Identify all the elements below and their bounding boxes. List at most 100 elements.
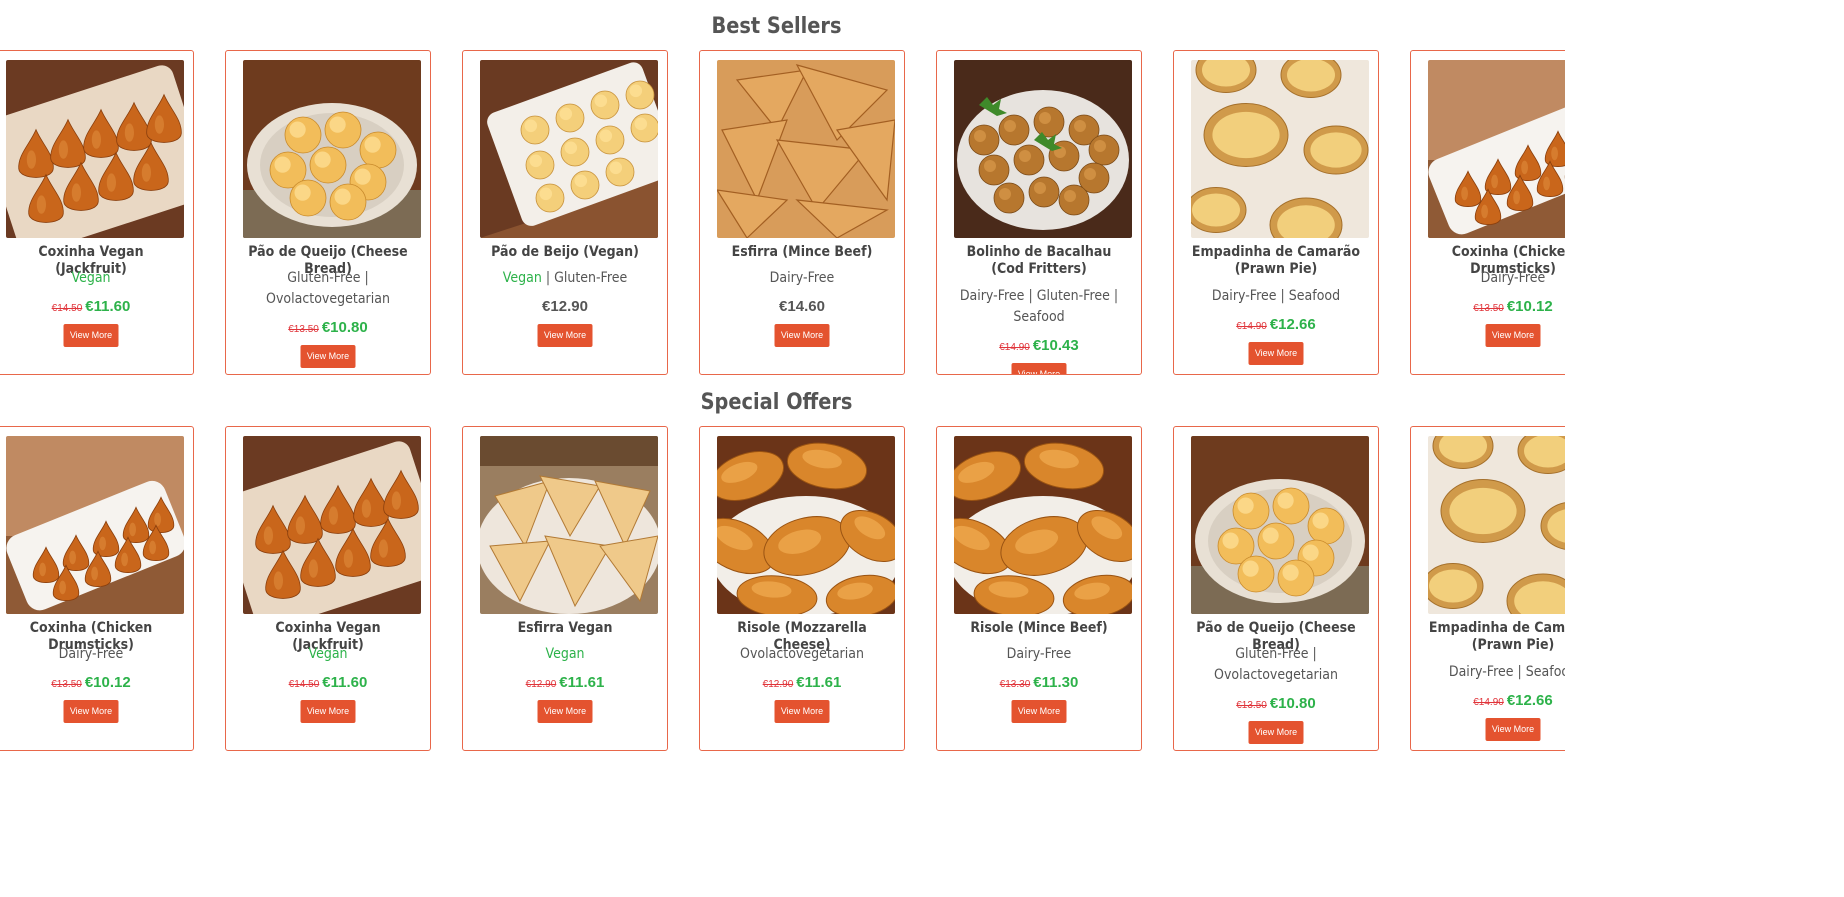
view-more-button[interactable]: View More xyxy=(537,324,593,347)
coxinha-tray-image xyxy=(6,60,184,238)
sale-price: €10.12 xyxy=(1506,298,1553,315)
cheese-bread-plate-image xyxy=(1191,436,1369,614)
product-price: €14.90 €12.66 xyxy=(1174,316,1378,333)
sale-price: €10.12 xyxy=(84,674,131,691)
product-card: Coxinha (Chicken Drumsticks) Dairy-Free €1… xyxy=(0,426,194,751)
view-more-button[interactable]: View More xyxy=(1485,324,1541,347)
old-price: €13.50 xyxy=(1473,303,1504,314)
product-card: Pão de Queijo (Cheese Bread) Gluten-Free … xyxy=(1173,426,1379,751)
tag-vegan: Vegan xyxy=(308,646,348,662)
product-price: €12.90 xyxy=(463,298,667,315)
product-image[interactable] xyxy=(717,436,895,614)
tag-separator: | xyxy=(1109,288,1119,304)
old-price: €12.90 xyxy=(525,679,557,690)
old-price: €14.90 xyxy=(1473,697,1504,708)
tag-label: Dairy-Free xyxy=(58,646,124,662)
product-card: Risole (Mince Beef) Dairy-Free €13.30 €11.3… xyxy=(936,426,1142,751)
prawn-pie-image xyxy=(1191,60,1369,238)
tag-vegan: Vegan xyxy=(71,270,111,286)
product-name: Esfirra (Mince Beef) xyxy=(731,244,873,260)
product-price: €13.50 €10.80 xyxy=(226,319,430,336)
product-image[interactable] xyxy=(243,436,421,614)
tag-separator: | xyxy=(1513,664,1526,680)
sale-price: €11.61 xyxy=(559,674,605,691)
coxinha-dish-image xyxy=(6,436,184,614)
section-title-best-sellers: Best Sellers xyxy=(711,14,842,39)
product-image[interactable] xyxy=(243,60,421,238)
product-card: Bolinho de Bacalhau (Cod Fritters) Dairy-… xyxy=(936,50,1142,375)
sale-price: €12.66 xyxy=(1506,692,1553,709)
product-tags: Gluten-Free | Ovolactovegetarian xyxy=(1190,644,1363,686)
tag-label: Dairy-Free xyxy=(1006,646,1072,662)
view-more-button[interactable]: View More xyxy=(1248,721,1304,744)
tag-label: Dairy-Free xyxy=(1480,270,1546,286)
tag-label: Dairy-Free xyxy=(959,288,1025,304)
product-name: Bolinho de Bacalhau (Cod Fritters) xyxy=(966,244,1112,277)
page-blank-area xyxy=(1565,0,1844,897)
product-name: Pão de Beijo (Vegan) xyxy=(491,244,639,260)
cod-fritters-image xyxy=(954,60,1132,238)
product-tags: Vegan xyxy=(242,644,415,665)
product-tags: Dairy-Free xyxy=(5,644,178,665)
sale-price: €11.60 xyxy=(85,298,131,315)
view-more-button[interactable]: View More xyxy=(1011,700,1067,723)
view-more-button[interactable]: View More xyxy=(63,700,119,723)
old-price: €13.30 xyxy=(999,679,1031,690)
product-image[interactable] xyxy=(480,436,658,614)
view-more-button[interactable]: View More xyxy=(63,324,119,347)
sale-price: €10.43 xyxy=(1032,337,1079,354)
old-price: €12.90 xyxy=(762,679,794,690)
sale-price: €11.30 xyxy=(1033,674,1079,691)
product-card: Esfirra (Mince Beef) Dairy-Free €14.60 View… xyxy=(699,50,905,375)
tag-separator: | xyxy=(360,270,369,286)
tag-label: Gluten-Free xyxy=(554,270,628,286)
view-more-button[interactable]: View More xyxy=(300,700,356,723)
view-more-button[interactable]: View More xyxy=(774,324,830,347)
sale-price: €10.80 xyxy=(321,319,368,336)
product-tags: Vegan | Gluten-Free xyxy=(479,268,652,289)
product-image[interactable] xyxy=(954,60,1132,238)
product-name: Empadinha de Camarão (Prawn Pie) xyxy=(1191,244,1361,277)
price: €12.90 xyxy=(542,298,588,315)
tag-label: Ovolactovegetarian xyxy=(266,291,390,307)
old-price: €13.50 xyxy=(1236,700,1267,711)
product-tags: Ovolactovegetarian xyxy=(716,644,889,665)
product-tags: Dairy-Free xyxy=(716,268,889,289)
old-price: €14.90 xyxy=(1236,321,1267,332)
tag-vegan: Vegan xyxy=(502,270,542,286)
view-more-button[interactable]: View More xyxy=(774,700,830,723)
cheese-bread-plate-image xyxy=(243,60,421,238)
product-tags: Dairy-Free xyxy=(953,644,1126,665)
product-image[interactable] xyxy=(1191,60,1369,238)
product-tags: Vegan xyxy=(5,268,178,289)
view-more-button[interactable]: View More xyxy=(1011,363,1067,374)
product-price: €13.50 €10.80 xyxy=(1174,695,1378,712)
product-card: Esfirra Vegan Vegan €12.90 €11.61 View More xyxy=(462,426,668,751)
sale-price: €10.80 xyxy=(1269,695,1316,712)
product-image[interactable] xyxy=(954,436,1132,614)
product-card: Pão de Beijo (Vegan) Vegan | Gluten-Free €… xyxy=(462,50,668,375)
product-tags: Gluten-Free | Ovolactovegetarian xyxy=(242,268,415,310)
product-price: €14.50 €11.60 xyxy=(226,674,430,691)
tag-label: Dairy-Free xyxy=(1211,288,1277,304)
sale-price: €11.61 xyxy=(796,674,842,691)
product-image[interactable] xyxy=(6,436,184,614)
product-image[interactable] xyxy=(480,60,658,238)
product-image[interactable] xyxy=(6,60,184,238)
product-price: €14.60 xyxy=(700,298,904,315)
product-image[interactable] xyxy=(717,60,895,238)
sale-price: €12.66 xyxy=(1269,316,1316,333)
tag-label: Gluten-Free xyxy=(1235,646,1309,662)
view-more-button[interactable]: View More xyxy=(1485,718,1541,741)
tag-separator: | xyxy=(541,270,555,286)
product-price: €12.90 €11.61 xyxy=(700,674,904,691)
product-price: €13.50 €10.12 xyxy=(0,674,193,691)
product-image[interactable] xyxy=(1191,436,1369,614)
view-more-button[interactable]: View More xyxy=(300,345,356,368)
tag-label: Seafood xyxy=(1288,288,1341,304)
esfirra-vegan-image xyxy=(480,436,658,614)
view-more-button[interactable]: View More xyxy=(1248,342,1304,365)
tag-separator: | xyxy=(1276,288,1289,304)
view-more-button[interactable]: View More xyxy=(537,700,593,723)
product-card: Risole (Mozzarella Cheese) Ovolactovegeta… xyxy=(699,426,905,751)
